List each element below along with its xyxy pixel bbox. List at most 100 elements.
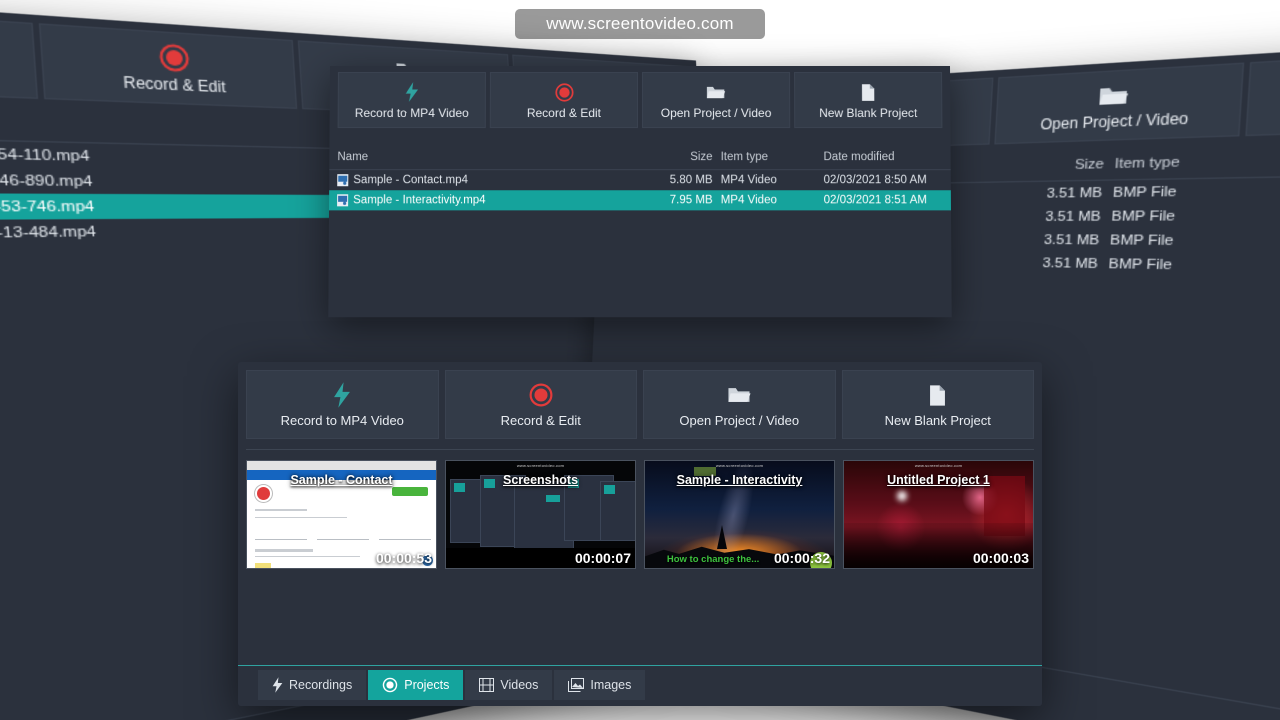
new-blank-project-button[interactable]: New Blank Project [1245, 44, 1280, 137]
record-circle-icon [157, 43, 189, 73]
file-size-cell: 7.95 MB [669, 194, 713, 207]
file-name-text: Recording 21-03-01 16-54-46-890.mp4 [0, 170, 94, 190]
file-size-cell: 5.80 MB [669, 174, 713, 187]
new-blank-project-button[interactable]: New Blank Project [794, 71, 943, 129]
folder-open-icon [706, 81, 726, 103]
image-icon [568, 678, 585, 692]
column-name: Name [337, 151, 369, 164]
project-title: Sample - Contact [290, 473, 393, 488]
tabbar-front: Recordings Projects Videos Images [238, 666, 1042, 706]
file-name-cell: Recording 21-03-01 16-54-46-890.mp4 [0, 169, 267, 190]
project-title: Screenshots [502, 473, 579, 488]
project-tile[interactable]: www.screentovideo.com How to change the.… [644, 460, 835, 570]
document-icon [929, 382, 946, 408]
file-size-cell: 3.51 MB [1043, 232, 1100, 248]
file-name-text: Recording 21-03-02 08-49-13-484.mp4 [0, 223, 97, 244]
record-and-edit-label: Record & Edit [122, 73, 227, 97]
new-blank-project-button[interactable]: New Blank Project [841, 370, 1034, 440]
open-project-video-label: Open Project / Video [1039, 109, 1189, 134]
column-item-type: Item type [1114, 155, 1181, 173]
videos-list[interactable]: Sample - Contact.mp4 5.80 MB MP4 Video 0… [329, 170, 951, 211]
record-and-edit-label: Record & Edit [526, 106, 601, 121]
project-duration: 00:00:32 [773, 550, 830, 567]
record-to-mp4-button[interactable]: Record to MP4 Video [0, 2, 39, 100]
watermark-badge: www.screentovideo.com [515, 9, 765, 39]
lightning-icon [333, 382, 351, 408]
file-type-cell: BMP File [1111, 208, 1176, 225]
tab-recordings[interactable]: Recordings [258, 670, 367, 700]
column-date-modified: Date modified [823, 151, 895, 164]
file-size-cell: 3.51 MB [1044, 209, 1102, 225]
file-type-cell: MP4 Video [720, 194, 777, 207]
project-title: Sample - Interactivity [676, 473, 803, 488]
project-tile[interactable]: www.screentovideo.com Untitled Project 1… [843, 460, 1034, 570]
new-blank-project-label: New Blank Project [819, 106, 918, 121]
record-circle-icon [529, 382, 553, 408]
file-name-cell: Recording 21-03-01 17-28-53-746.mp4 [0, 198, 269, 216]
file-date-cell: 02/03/2021 8:51 AM [823, 194, 927, 207]
record-and-edit-button[interactable]: Record & Edit [38, 23, 298, 110]
project-tile[interactable]: www.screentovideo.com Screenshots 00:00:… [445, 460, 636, 570]
open-project-video-button[interactable]: Open Project / Video [642, 71, 791, 129]
column-size: Size [1074, 157, 1105, 173]
videos-panel-top[interactable]: Record to MP4 Video Record & Edit Open P… [328, 66, 952, 318]
project-duration: 00:00:53 [375, 550, 432, 567]
projects-grid: Sample - Contact 00:00:53 www.screentovi… [238, 450, 1042, 570]
project-title: Untitled Project 1 [887, 473, 990, 488]
tab-label: Projects [404, 678, 450, 692]
table-row-selected[interactable]: Sample - Interactivity.mp4 7.95 MB MP4 V… [329, 190, 951, 211]
tab-projects[interactable]: Projects [368, 670, 464, 700]
mp4-file-icon [337, 194, 349, 207]
film-icon [479, 678, 495, 692]
file-name-text: Sample - Interactivity.mp4 [353, 194, 486, 207]
watermark-text: www.screentovideo.com [546, 14, 734, 33]
open-project-video-button[interactable]: Open Project / Video [994, 62, 1245, 145]
document-icon [861, 81, 875, 103]
file-name-cell: Sample - Contact.mp4 [337, 174, 616, 186]
folder-open-icon [1098, 81, 1130, 110]
project-duration: 00:00:07 [574, 550, 631, 567]
record-circle-icon [554, 81, 573, 103]
file-type-cell: BMP File [1112, 184, 1178, 201]
new-blank-project-label: New Blank Project [884, 413, 991, 428]
lightning-icon [405, 81, 419, 103]
lightning-icon [272, 677, 283, 693]
toolbar-top: Record to MP4 Video Record & Edit Open P… [329, 66, 951, 137]
record-to-mp4-button[interactable]: Record to MP4 Video [246, 370, 439, 440]
toolbar-front: Record to MP4 Video Record & Edit Open P… [238, 362, 1042, 450]
record-to-mp4-label: Record to MP4 Video [280, 413, 404, 428]
file-name-text: Recording 21-03-01 17-28-53-746.mp4 [0, 198, 95, 216]
open-project-video-button[interactable]: Open Project / Video [643, 370, 836, 440]
file-type-cell: BMP File [1109, 232, 1175, 249]
project-duration: 00:00:03 [972, 550, 1029, 567]
record-and-edit-button[interactable]: Record & Edit [489, 71, 638, 129]
tab-images[interactable]: Images [554, 670, 646, 700]
record-circle-icon [382, 677, 398, 693]
list-header-top: Name Size Item type Date modified [329, 146, 951, 171]
open-project-video-label: Open Project / Video [679, 413, 800, 428]
file-name-cell: Recording 21-03-02 08-49-13-484.mp4 [0, 223, 270, 245]
tab-videos[interactable]: Videos [465, 670, 553, 700]
file-size-cell: 3.51 MB [1042, 255, 1099, 272]
column-item-type: Item type [720, 151, 769, 164]
open-project-video-label: Open Project / Video [660, 106, 772, 121]
project-tile[interactable]: Sample - Contact 00:00:53 [246, 460, 437, 570]
tabbar-front-wrap: Recordings Projects Videos Images [238, 665, 1042, 706]
record-to-mp4-button[interactable]: Record to MP4 Video [337, 71, 486, 129]
record-and-edit-button[interactable]: Record & Edit [444, 370, 637, 440]
tab-label: Videos [500, 678, 539, 692]
file-name-text: Recording 21-03-01 16-52-54-110.mp4 [0, 141, 91, 165]
tab-label: Images [590, 678, 632, 692]
file-type-cell: MP4 Video [720, 174, 777, 187]
record-and-edit-label: Record & Edit [500, 413, 581, 428]
record-to-mp4-label: Record to MP4 Video [354, 106, 469, 121]
folder-open-icon [727, 382, 752, 408]
file-name-text: Sample - Contact.mp4 [353, 174, 469, 187]
projects-panel-front[interactable]: Record to MP4 Video Record & Edit Open P… [238, 362, 1042, 706]
tab-label: Recordings [289, 678, 353, 692]
file-size-cell: 3.51 MB [1046, 185, 1103, 201]
table-row[interactable]: Sample - Contact.mp4 5.80 MB MP4 Video 0… [329, 170, 951, 190]
mp4-file-icon [337, 174, 348, 186]
screenshot-stage: www.screentovideo.com Record to MP4 Vide… [0, 0, 1280, 720]
file-name-cell: Sample - Interactivity.mp4 [337, 194, 616, 207]
